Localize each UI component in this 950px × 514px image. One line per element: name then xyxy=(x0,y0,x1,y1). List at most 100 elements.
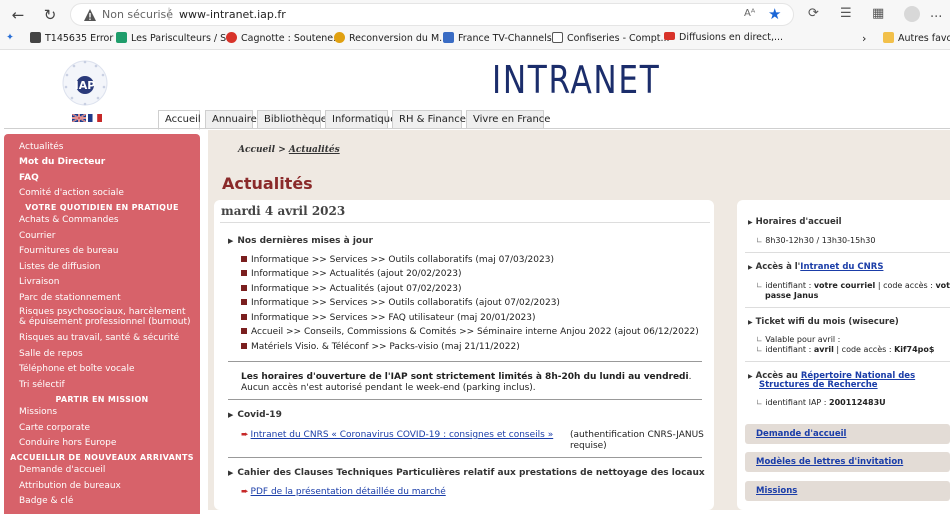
covid-heading: ▶ Covid-19 xyxy=(228,410,282,420)
page: IAP INTRANET Accueil Annuaire Bibliothèq… xyxy=(0,50,950,514)
opening-hours-bold: Les horaires d'ouverture de l'IAP sont s… xyxy=(241,372,689,382)
profile-avatar[interactable] xyxy=(904,6,920,22)
covid-note: (authentification CNRS-JANUS requise) xyxy=(570,430,704,452)
iap-logo[interactable]: IAP xyxy=(60,58,110,108)
back-icon[interactable]: ← xyxy=(8,5,28,25)
cctp-link[interactable]: ➨ PDF de la présentation détaillée du mar… xyxy=(241,487,446,497)
favorite-item-1[interactable]: Les Parisculteurs / S... xyxy=(116,32,235,44)
extension-icon[interactable]: ✦ xyxy=(6,32,14,43)
favorite-item-2[interactable]: Cagnotte : Soutene... xyxy=(226,32,342,44)
sidebar-item-tri[interactable]: Tri sélectif xyxy=(19,380,65,390)
intranet-cnrs-link[interactable]: Intranet du CNRS xyxy=(800,262,883,272)
list-item: Informatique >> Actualités (ajout 07/02/… xyxy=(241,284,461,294)
update-text: Informatique >> Services >> FAQ utilisat… xyxy=(251,313,536,323)
sidebar-item-risques-travail[interactable]: Risques au travail, santé & sécurité xyxy=(19,333,179,343)
favicon-icon xyxy=(443,32,454,43)
site-title: INTRANET xyxy=(492,58,661,102)
sidebar-item-risques-psy[interactable]: Risques psychosociaux, harcèlement & épu… xyxy=(19,307,191,327)
collections-icon[interactable]: ▦ xyxy=(872,6,884,21)
tab-annuaire[interactable]: Annuaire xyxy=(205,110,257,129)
sidebar-item-parc[interactable]: Parc de stationnement xyxy=(19,293,121,303)
chevron-right-icon[interactable]: › xyxy=(862,32,866,45)
sidebar-item-comite[interactable]: Comité d'action sociale xyxy=(19,188,124,198)
breadcrumb-current[interactable]: Actualités xyxy=(289,145,340,155)
tab-accueil[interactable]: Accueil xyxy=(158,110,201,130)
triangle-right-icon: ▶ xyxy=(228,237,234,245)
list-item: Informatique >> Actualités (ajout 20/02/… xyxy=(241,269,461,279)
corner-icon: ∟ xyxy=(756,345,766,354)
sidebar-item-fournitures[interactable]: Fournitures de bureau xyxy=(19,246,118,256)
bullet-icon xyxy=(241,256,247,262)
cctp-link-text[interactable]: PDF de la présentation détaillée du marc… xyxy=(251,487,446,497)
acces-cnrs-line2: passe Janus xyxy=(765,291,818,301)
sidebar-item-demande-accueil[interactable]: Demande d'accueil xyxy=(19,465,105,475)
address-bar[interactable]: Non sécurisé | www-intranet.iap.fr Aᴬ ★ xyxy=(70,3,794,26)
section-divider xyxy=(228,399,702,400)
sidebar-item-mot-du-directeur[interactable]: Mot du Directeur xyxy=(19,157,105,167)
covid-link-text[interactable]: Intranet du CNRS « Coronavirus COVID-19 … xyxy=(251,430,554,440)
favorite-item-6[interactable]: Diffusions en direct,... xyxy=(664,32,783,43)
corner-icon: ∟ xyxy=(756,335,766,344)
refresh-page-icon[interactable]: ⟳ xyxy=(808,6,819,21)
sidebar-item-badge[interactable]: Badge & clé xyxy=(19,496,73,506)
rnsr-label: identifiant IAP : xyxy=(765,398,830,407)
sidebar-item-telephone[interactable]: Téléphone et boîte vocale xyxy=(19,364,134,374)
covid-link[interactable]: ➨ Intranet du CNRS « Coronavirus COVID-19… xyxy=(241,430,553,440)
rnsr-link-line2[interactable]: Structures de Recherche xyxy=(759,380,878,390)
update-text: Matériels Visio. & Téléconf >> Packs-vis… xyxy=(251,342,520,352)
lettres-invitation-button[interactable]: Modèles de lettres d'invitation xyxy=(745,452,950,472)
sidebar-item-salle-repos[interactable]: Salle de repos xyxy=(19,349,83,359)
other-favorites[interactable]: Autres favoris xyxy=(883,32,950,44)
corner-icon: ∟ xyxy=(756,398,766,407)
section-divider xyxy=(228,457,702,458)
breadcrumb-home[interactable]: Accueil xyxy=(238,145,275,155)
favorite-item-4[interactable]: France TV-Channels... xyxy=(443,32,561,44)
tab-bibliotheque[interactable]: Bibliothèque xyxy=(257,110,327,129)
more-menu-icon[interactable]: ... xyxy=(930,6,942,21)
rnsr-value: 200112483U xyxy=(829,398,886,407)
sidebar-item-achats[interactable]: Achats & Commandes xyxy=(19,215,119,225)
wifi-label: | code accès : xyxy=(833,345,895,354)
corner-icon: ∟ xyxy=(756,281,766,290)
language-flags[interactable] xyxy=(72,114,102,122)
sidebar-item-faq[interactable]: FAQ xyxy=(19,173,39,183)
page-title: Actualités xyxy=(222,174,313,193)
horaires-heading: ▶ Horaires d'accueil xyxy=(748,217,842,227)
favorite-label: France TV-Channels... xyxy=(458,33,561,44)
missions-button[interactable]: Missions xyxy=(745,481,950,501)
favorite-item-5[interactable]: Confiseries - Compt... xyxy=(552,32,670,44)
refresh-icon[interactable]: ↻ xyxy=(40,5,60,25)
security-label: Non sécurisé xyxy=(102,8,174,21)
tab-informatique[interactable]: Informatique xyxy=(325,110,396,129)
url-text[interactable]: www-intranet.iap.fr xyxy=(179,8,286,21)
update-text: Informatique >> Services >> Outils colla… xyxy=(251,298,560,308)
sidebar-item-courrier[interactable]: Courrier xyxy=(19,231,55,241)
demande-accueil-button[interactable]: Demande d'accueil xyxy=(745,424,950,444)
sidebar-item-conduire[interactable]: Conduire hors Europe xyxy=(19,438,116,448)
sidebar-item-listes[interactable]: Listes de diffusion xyxy=(19,262,100,272)
sidebar-item-livraison[interactable]: Livraison xyxy=(19,277,59,287)
sidebar-item-bureaux[interactable]: Attribution de bureaux xyxy=(19,481,121,491)
favorites-list-icon[interactable]: ☰ xyxy=(840,6,852,21)
sidebar-item-carte[interactable]: Carte corporate xyxy=(19,423,90,433)
favicon-icon xyxy=(334,32,345,43)
tab-rh-finance[interactable]: RH & Finance xyxy=(392,110,466,129)
list-item: Informatique >> Services >> Outils colla… xyxy=(241,255,554,265)
favorite-item-0[interactable]: T145635 Error i... xyxy=(30,32,128,44)
panel-divider xyxy=(745,361,950,362)
update-text: Informatique >> Services >> Outils colla… xyxy=(251,255,554,265)
favorite-item-3[interactable]: Reconversion du M... xyxy=(334,32,448,44)
sidebar-item-missions[interactable]: Missions xyxy=(19,407,57,417)
sidebar-item-actualites[interactable]: Actualités xyxy=(19,142,63,152)
acces-value: votre courriel xyxy=(813,281,876,290)
read-aloud-icon[interactable]: Aᴬ xyxy=(744,8,755,19)
favorite-label: Les Parisculteurs / S... xyxy=(131,33,236,44)
logo-text: IAP xyxy=(75,79,96,92)
section-divider xyxy=(228,361,702,362)
favicon-icon xyxy=(30,32,41,43)
bullet-icon xyxy=(241,299,247,305)
tab-vivre-en-france[interactable]: Vivre en France xyxy=(466,110,550,129)
favorite-star-icon[interactable]: ★ xyxy=(768,5,781,23)
other-favorites-label: Autres favoris xyxy=(898,33,950,44)
bullet-icon xyxy=(241,285,247,291)
